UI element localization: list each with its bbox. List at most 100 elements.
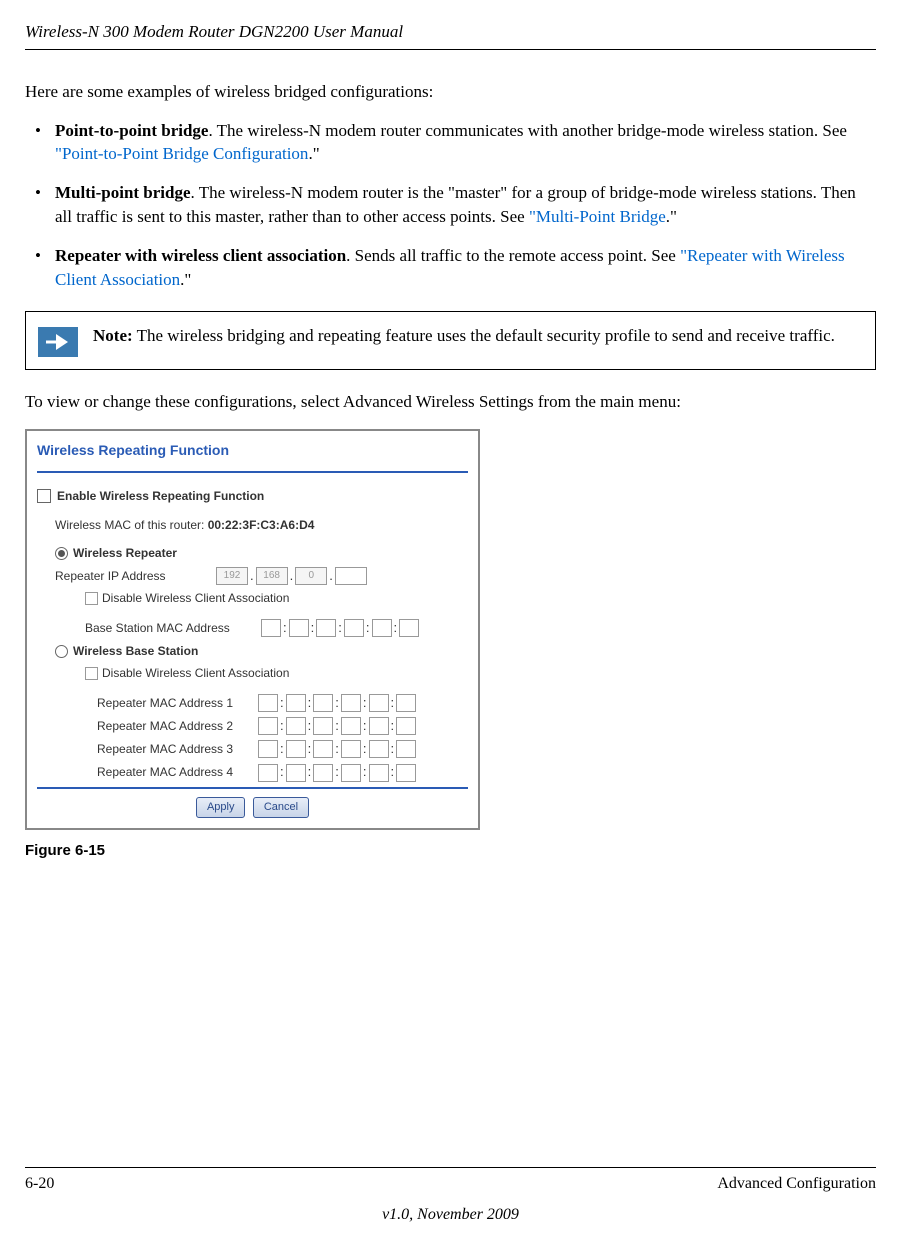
mac-input[interactable] [369,764,389,782]
repeater-mac-row-2: Repeater MAC Address 2 : : : : : [97,717,468,735]
colon-sep: : [391,763,395,781]
section-name: Advanced Configuration [717,1173,876,1195]
mac-input[interactable] [369,694,389,712]
ip-octet-3[interactable]: 0 [295,567,327,585]
note-label: Note: [93,326,133,345]
router-mac-value: 00:22:3F:C3:A6:D4 [208,518,315,532]
wireless-base-station-radio[interactable] [55,645,68,658]
colon-sep: : [280,717,284,735]
mac-input[interactable] [399,619,419,637]
bullet-bold: Repeater with wireless client associatio… [55,246,346,265]
enable-repeating-checkbox[interactable] [37,489,51,503]
mac-input[interactable] [396,694,416,712]
panel-title: Wireless Repeating Function [37,441,468,461]
wireless-repeater-radio[interactable] [55,547,68,560]
intro-paragraph: Here are some examples of wireless bridg… [25,80,876,104]
mac-input[interactable] [341,740,361,758]
mac-input[interactable] [313,740,333,758]
ip-octet-4[interactable] [335,567,367,585]
dot-sep: . [329,567,333,585]
note-box: Note: The wireless bridging and repeatin… [25,311,876,370]
mac-input[interactable] [396,717,416,735]
mac-input[interactable] [344,619,364,637]
disable-client-label-2: Disable Wireless Client Association [102,665,289,682]
mac-input[interactable] [286,764,306,782]
arrow-right-icon [38,327,78,357]
colon-sep: : [308,740,312,758]
colon-sep: : [280,694,284,712]
mac-input[interactable] [286,740,306,758]
mac-input[interactable] [286,717,306,735]
button-row: Apply Cancel [37,797,468,818]
link-text[interactable]: "Multi-Point Bridge [529,207,666,226]
repeater-mac-label-4: Repeater MAC Address 4 [97,764,257,781]
repeater-mac-row-4: Repeater MAC Address 4 : : : : : [97,763,468,781]
repeater-ip-row: Repeater IP Address 192. 168. 0. [55,567,468,585]
colon-sep: : [335,763,339,781]
repeater-ip-label: Repeater IP Address [55,568,215,585]
mac-input[interactable] [369,717,389,735]
cancel-button[interactable]: Cancel [253,797,309,818]
enable-repeating-label: Enable Wireless Repeating Function [57,488,264,505]
mac-input[interactable] [341,694,361,712]
ip-octet-2[interactable]: 168 [256,567,288,585]
enable-repeating-row: Enable Wireless Repeating Function [37,488,468,505]
bullet-bold: Point-to-point bridge [55,121,208,140]
bullet-list: Point-to-point bridge. The wireless-N mo… [25,119,876,292]
colon-sep: : [280,763,284,781]
colon-sep: : [363,763,367,781]
mac-input[interactable] [258,694,278,712]
mac-input[interactable] [313,694,333,712]
mac-input[interactable] [341,764,361,782]
apply-button[interactable]: Apply [196,797,246,818]
bullet-text: . The wireless-N modem router communicat… [208,121,846,140]
document-header-title: Wireless-N 300 Modem Router DGN2200 User… [25,20,876,44]
colon-sep: : [335,717,339,735]
figure-caption: Figure 6-15 [25,840,876,861]
colon-sep: : [280,740,284,758]
colon-sep: : [391,694,395,712]
disable-client-checkbox-1[interactable] [85,592,98,605]
router-mac-line: Wireless MAC of this router: 00:22:3F:C3… [55,517,468,534]
mac-input[interactable] [258,764,278,782]
mac-input[interactable] [369,740,389,758]
colon-sep: : [283,619,287,637]
colon-sep: : [308,694,312,712]
repeater-mac-row-1: Repeater MAC Address 1 : : : : : [97,694,468,712]
mac-input[interactable] [316,619,336,637]
mac-input[interactable] [341,717,361,735]
base-mac-row: Base Station MAC Address : : : : : [85,619,468,637]
mac-input[interactable] [289,619,309,637]
colon-sep: : [308,763,312,781]
repeater-mac-row-3: Repeater MAC Address 3 : : : : : [97,740,468,758]
ip-octet-1[interactable]: 192 [216,567,248,585]
mac-input[interactable] [313,764,333,782]
disable-client-checkbox-2[interactable] [85,667,98,680]
wireless-repeater-row: Wireless Repeater [55,545,468,562]
dot-sep: . [250,567,254,585]
bullet-tail: ." [666,207,677,226]
disable-client-row-2: Disable Wireless Client Association [85,665,468,682]
note-body: The wireless bridging and repeating feat… [133,326,835,345]
base-mac-label: Base Station MAC Address [85,620,260,637]
colon-sep: : [366,619,370,637]
colon-sep: : [363,740,367,758]
footer-rule [25,1167,876,1168]
mac-input[interactable] [313,717,333,735]
mac-input[interactable] [396,740,416,758]
mac-input[interactable] [372,619,392,637]
panel-divider [37,471,468,473]
mac-input[interactable] [258,740,278,758]
colon-sep: : [335,694,339,712]
mac-input[interactable] [396,764,416,782]
colon-sep: : [363,717,367,735]
disable-client-row-1: Disable Wireless Client Association [85,590,468,607]
mac-input[interactable] [258,717,278,735]
mac-input[interactable] [286,694,306,712]
colon-sep: : [363,694,367,712]
wireless-base-station-row: Wireless Base Station [55,643,468,660]
dot-sep: . [290,567,294,585]
link-text[interactable]: "Point-to-Point Bridge Configuration [55,144,308,163]
colon-sep: : [311,619,315,637]
mac-input[interactable] [261,619,281,637]
